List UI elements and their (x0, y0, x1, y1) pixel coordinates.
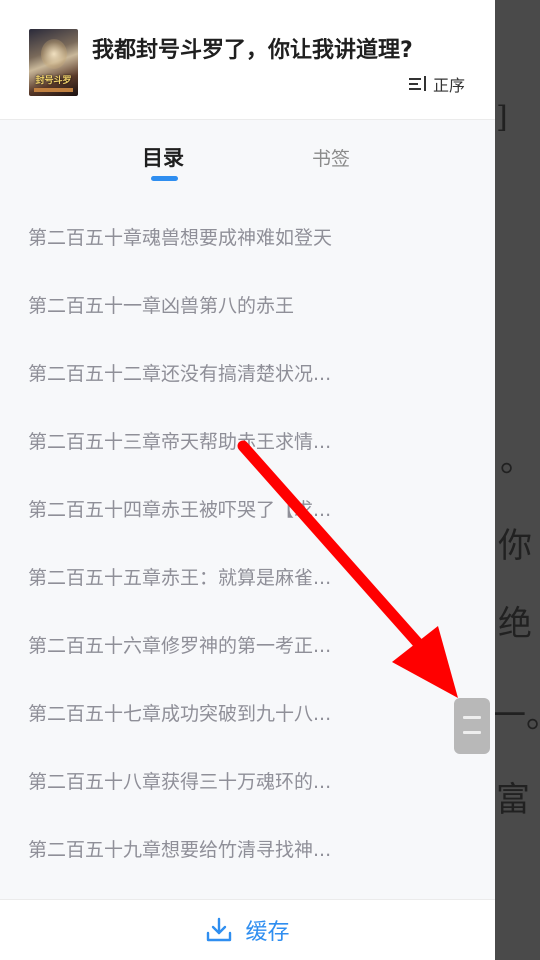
reader-fragment: ] (496, 100, 508, 135)
book-header: 封号斗罗 我都封号斗罗了，你让我讲道理? 正序 (0, 0, 495, 120)
book-cover[interactable]: 封号斗罗 (29, 29, 78, 96)
cache-label: 缓存 (245, 920, 290, 945)
chapter-item[interactable]: 第二百五十三章帝天帮助赤王求情... (0, 408, 358, 476)
chapter-item[interactable]: 第二百五十章魂兽想要成神难如登天 (0, 204, 358, 272)
sort-icon (408, 76, 429, 92)
active-tab-indicator (151, 176, 178, 181)
download-icon (207, 917, 232, 942)
chapter-item[interactable]: 第二百五十八章获得三十万魂环的... (0, 748, 358, 816)
chapter-item[interactable]: 第二百五十五章赤王：就算是麻雀... (0, 544, 358, 612)
cover-title: 封号斗罗 (35, 76, 72, 86)
reader-fragment: 富 (496, 780, 530, 820)
tab-table-of-contents[interactable]: 目录 (142, 142, 184, 172)
chapter-item[interactable]: 第二百五十九章想要给竹清寻找神... (0, 816, 358, 884)
cover-art (41, 39, 67, 69)
book-title: 我都封号斗罗了，你让我讲道理? (92, 38, 413, 63)
cache-button[interactable]: 缓存 (0, 899, 495, 960)
drawer-tabs: 目录 书签 (0, 120, 495, 200)
screen: ] 。 你 绝 一。 富 封号斗罗 我都封号斗罗了，你让我讲道理? (0, 0, 540, 960)
reader-fragment: 一。 (492, 696, 540, 736)
table-of-contents-drawer: 封号斗罗 我都封号斗罗了，你让我讲道理? 正序 目录 书签 第二百五十章魂兽想要… (0, 0, 495, 960)
fast-scroll-handle[interactable] (454, 698, 490, 754)
sort-order-label: 正序 (432, 76, 465, 95)
chapter-list: 第二百五十章魂兽想要成神难如登天 第二百五十一章凶兽第八的赤王 第二百五十二章还… (0, 200, 495, 899)
chapter-item[interactable]: 第二百五十七章成功突破到九十八... (0, 680, 358, 748)
reader-fragment: 。 (500, 440, 534, 480)
chapter-item[interactable]: 第二百五十六章修罗神的第一考正... (0, 612, 358, 680)
chapter-item[interactable]: 第二百五十四章赤王被吓哭了【求... (0, 476, 358, 544)
reader-fragment: 你 (498, 526, 532, 566)
chapter-item[interactable]: 第二百五十一章凶兽第八的赤王 (0, 272, 358, 340)
cover-bar (34, 88, 73, 92)
chapter-item[interactable]: 第二百五十二章还没有搞清楚状况... (0, 340, 358, 408)
reader-fragment: 绝 (498, 604, 532, 644)
sort-order-button[interactable]: 正序 (408, 72, 465, 96)
tab-bookmarks[interactable]: 书签 (312, 144, 350, 171)
